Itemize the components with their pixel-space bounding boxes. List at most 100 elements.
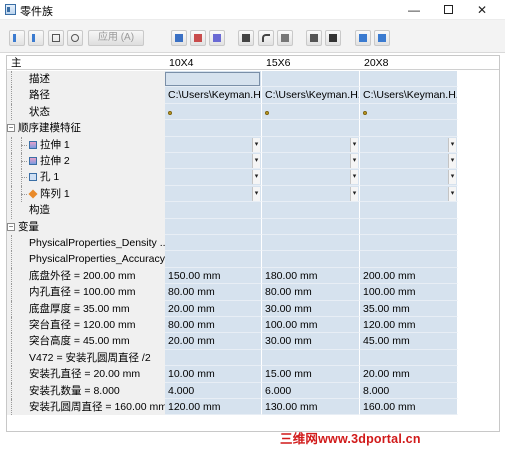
import-icon[interactable] [209,30,225,46]
value-cell[interactable]: ▾ [262,136,360,153]
value-cell[interactable] [262,218,360,235]
move-icon[interactable] [306,30,322,46]
copy-icon[interactable] [48,30,64,46]
value-cell[interactable] [165,71,262,88]
value-cell[interactable] [360,349,458,367]
value-cell[interactable]: ▾ [262,153,360,170]
value-cell[interactable]: 200.00 mm [360,267,458,285]
value-cell[interactable]: ▾ [360,153,458,170]
value-cell[interactable]: ▾ [262,185,360,203]
print-icon[interactable] [277,30,293,46]
row-name-cell[interactable]: 路径 [7,87,165,104]
chevron-down-icon[interactable]: ▾ [252,186,260,201]
description-input[interactable] [165,72,260,86]
stamp-icon[interactable] [325,30,341,46]
value-cell[interactable] [262,349,360,367]
value-cell[interactable] [262,71,360,88]
column-header-20x8[interactable]: 20X8 [360,56,458,70]
value-cell[interactable] [262,202,360,219]
value-cell[interactable]: 120.00 mm [165,399,262,416]
value-cell[interactable] [165,120,262,137]
value-cell[interactable]: 180.00 mm [262,267,360,285]
row-name-cell[interactable]: 阵列 1 [7,185,165,203]
chevron-down-icon[interactable]: ▾ [252,154,260,168]
column-header-main[interactable]: 主 [7,56,165,70]
row-name-cell[interactable]: 突台直径 = 120.00 mm [7,317,165,334]
row-name-cell[interactable]: 孔 1 [7,169,165,186]
value-cell[interactable]: 8.000 [360,382,458,399]
chevron-down-icon[interactable]: ▾ [350,186,358,201]
collapse-icon[interactable]: − [7,124,15,133]
row-name-cell[interactable]: 安装孔圆周直径 = 160.00 mm [7,399,165,416]
value-cell[interactable]: 130.00 mm [262,399,360,416]
minimize-button[interactable]: — [397,0,431,20]
value-cell[interactable]: ▾ [360,136,458,153]
chevron-down-icon[interactable]: ▾ [448,154,456,168]
value-cell[interactable]: 80.00 mm [262,284,360,301]
value-cell[interactable]: ▾ [262,169,360,186]
row-name-cell[interactable]: 内孔直径 = 100.00 mm [7,284,165,301]
value-cell[interactable]: ▾ [165,153,262,170]
collapse-icon[interactable]: − [7,222,15,231]
value-cell[interactable] [360,218,458,235]
value-cell[interactable] [360,71,458,88]
row-name-cell[interactable]: PhysicalProperties_Accuracy... [7,251,165,268]
value-cell[interactable]: ▾ [165,169,262,186]
row-name-cell[interactable]: 拉伸 1 [7,136,165,153]
maximize-button[interactable] [431,0,465,20]
value-cell[interactable]: 100.00 mm [262,317,360,334]
close-button[interactable]: ✕ [465,0,499,20]
export-icon[interactable] [355,30,371,46]
row-name-cell[interactable]: 安装孔直径 = 20.00 mm [7,366,165,383]
value-cell[interactable]: 20.00 mm [360,366,458,383]
insert-row-icon[interactable] [9,30,25,46]
chevron-down-icon[interactable]: ▾ [252,137,260,152]
chevron-down-icon[interactable]: ▾ [252,170,260,185]
apply-button[interactable]: 应用 (A) [88,30,144,46]
row-name-cell[interactable]: 底盘外径 = 200.00 mm [7,267,165,285]
value-cell[interactable]: C:\Users\Keyman.H... [165,87,262,104]
chevron-down-icon[interactable]: ▾ [448,170,456,185]
value-cell[interactable]: 160.00 mm [360,399,458,416]
value-cell[interactable]: C:\Users\Keyman.H... [262,87,360,104]
value-cell[interactable]: 30.00 mm [262,333,360,350]
search-icon[interactable] [67,30,83,46]
value-cell[interactable] [360,251,458,268]
value-cell[interactable]: 30.00 mm [262,300,360,317]
value-cell[interactable] [262,103,360,121]
value-cell[interactable]: 10.00 mm [165,366,262,383]
value-cell[interactable]: 100.00 mm [360,284,458,301]
column-header-15x6[interactable]: 15X6 [262,56,360,70]
row-name-cell[interactable]: 安装孔数量 = 8.000 [7,382,165,399]
value-cell[interactable] [360,120,458,137]
value-cell[interactable] [165,218,262,235]
value-cell[interactable]: ▾ [165,136,262,153]
chevron-down-icon[interactable]: ▾ [350,137,358,152]
value-cell[interactable]: 15.00 mm [262,366,360,383]
value-cell[interactable]: 4.000 [165,382,262,399]
row-name-cell[interactable]: 底盘厚度 = 35.00 mm [7,300,165,317]
edit-table-icon[interactable] [190,30,206,46]
row-name-cell[interactable]: 构造 [7,202,165,219]
value-cell[interactable] [165,103,262,121]
column-header-10x4[interactable]: 10X4 [165,56,262,70]
value-cell[interactable] [262,251,360,268]
value-cell[interactable]: ▾ [165,185,262,203]
save-icon[interactable] [238,30,254,46]
value-cell[interactable]: 150.00 mm [165,267,262,285]
value-cell[interactable] [360,103,458,121]
value-cell[interactable] [165,349,262,367]
value-cell[interactable]: 20.00 mm [165,333,262,350]
value-cell[interactable] [360,202,458,219]
settings-icon[interactable] [374,30,390,46]
value-cell[interactable] [165,251,262,268]
value-cell[interactable]: ▾ [360,185,458,203]
chevron-down-icon[interactable]: ▾ [350,154,358,168]
row-name-cell[interactable]: − 变量 [7,218,165,235]
value-cell[interactable] [262,235,360,252]
row-name-cell[interactable]: 状态 [7,103,165,121]
row-name-cell[interactable]: V472 = 安装孔圆周直径 /2 [7,349,165,367]
value-cell[interactable] [165,235,262,252]
value-cell[interactable]: C:\Users\Keyman.H... [360,87,458,104]
value-cell[interactable]: 35.00 mm [360,300,458,317]
